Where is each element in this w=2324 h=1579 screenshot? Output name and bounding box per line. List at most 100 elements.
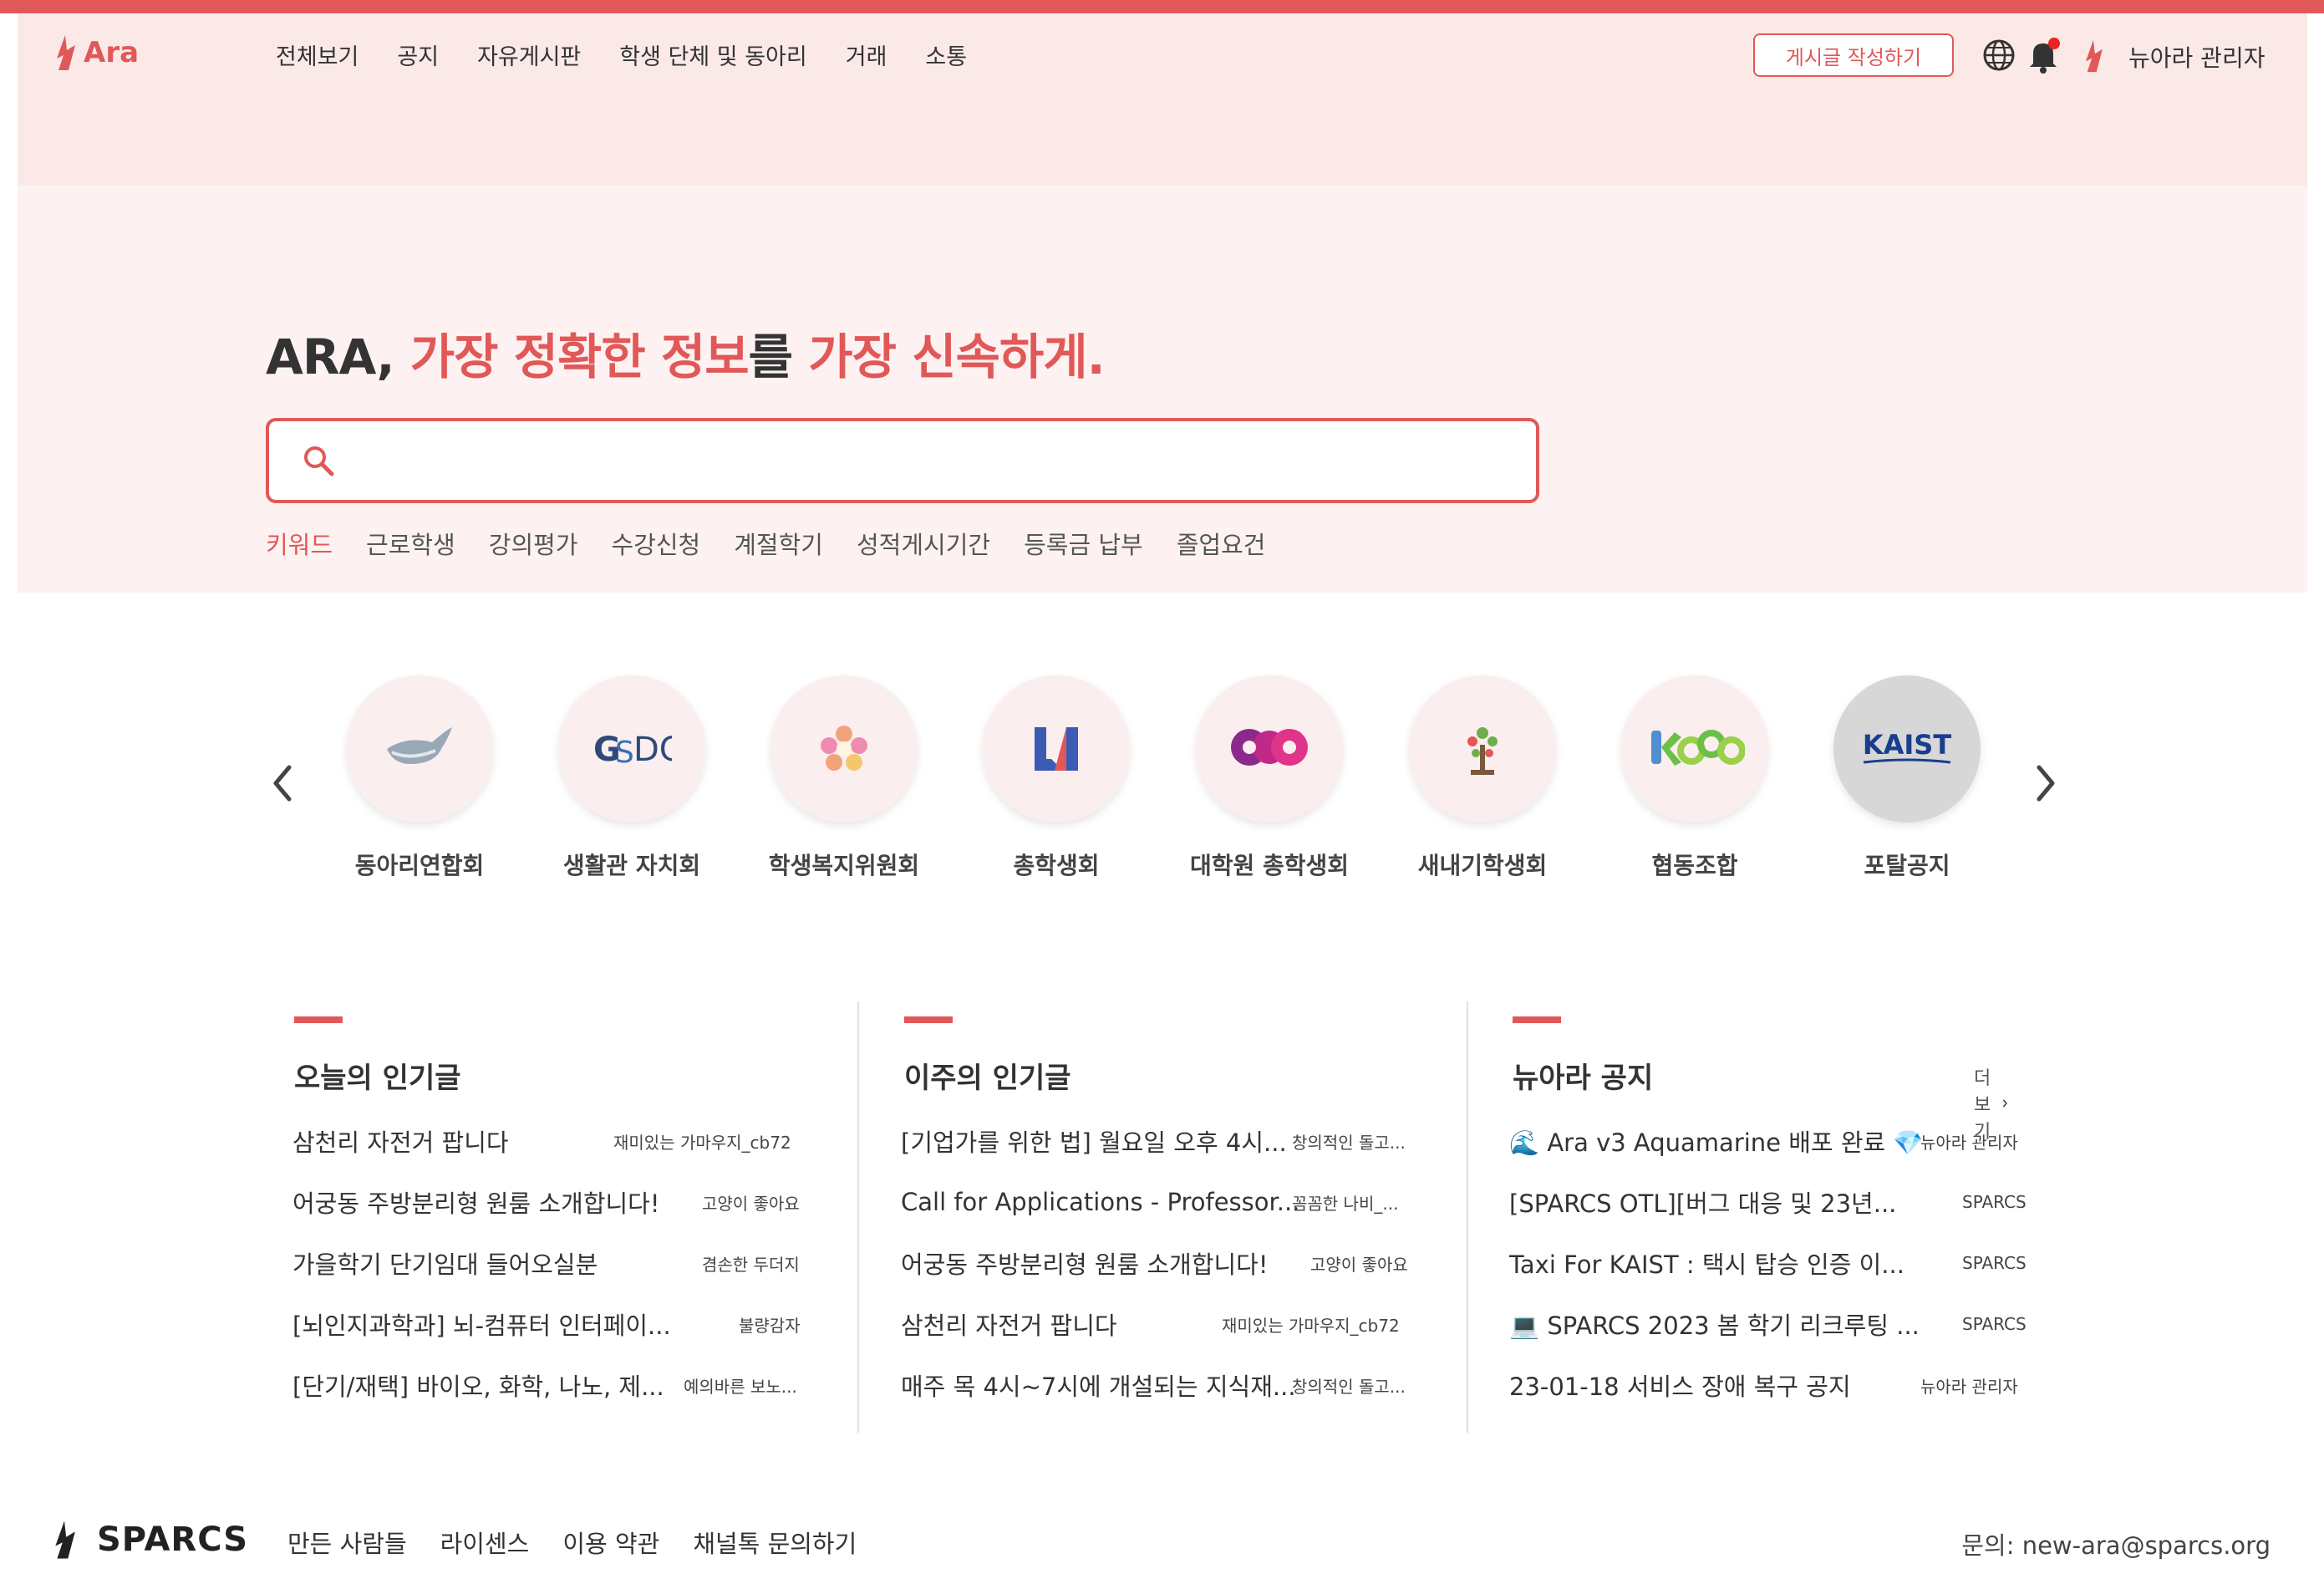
kaist-logo: KAIST <box>1863 729 1951 764</box>
board-icon-circle[interactable]: G S DC <box>558 675 705 823</box>
post-author: 불량감자 <box>739 1315 801 1336</box>
post-title[interactable]: [단기/재택] 바이오, 화학, 나노, 제... <box>292 1368 664 1403</box>
board-icon-circle[interactable] <box>1196 675 1343 823</box>
keyword-item[interactable]: 성적게시기간 <box>857 526 990 561</box>
footer-link-credits[interactable]: 만든 사람들 <box>287 1525 407 1560</box>
list-item[interactable]: 삼천리 자전거 팝니다 재미있는 가마우지_cb72 <box>901 1307 1436 1341</box>
keyword-item[interactable]: 근로학생 <box>366 526 455 561</box>
nav-notice[interactable]: 공지 <box>397 38 439 71</box>
post-title[interactable]: [뇌인지과학과] 뇌-컴퓨터 인터페이... <box>292 1306 671 1342</box>
list-item[interactable]: 어궁동 주방분리형 원룸 소개합니다! 고양이 좋아요 <box>292 1185 811 1219</box>
today-popular-section: 오늘의 인기글 <box>294 1016 461 1096</box>
list-item[interactable]: [뇌인지과학과] 뇌-컴퓨터 인터페이... 불량감자 <box>292 1307 811 1341</box>
board-graduate-union[interactable]: 대학원 총학생회 <box>1169 675 1370 881</box>
board-label: 새내기학생회 <box>1417 852 1548 879</box>
post-title[interactable]: 가을학기 단기임대 들어오실분 <box>292 1245 598 1281</box>
list-item[interactable]: [기업가를 위한 법] 월요일 오후 4시... 창의적인 돌고... <box>901 1124 1436 1158</box>
footer-link-terms[interactable]: 이용 약관 <box>562 1525 659 1560</box>
contact-email[interactable]: 문의: new-ara@sparcs.org <box>1961 1526 2271 1561</box>
list-item[interactable]: Call for Applications - Professor... 꼼꼼한… <box>901 1185 1436 1219</box>
board-coop[interactable]: 협동조합 <box>1594 675 1795 881</box>
post-author: 뉴아라 관리자 <box>1920 1376 2018 1397</box>
list-item[interactable]: [단기/재택] 바이오, 화학, 나노, 제... 예의바른 보노... <box>292 1368 811 1402</box>
post-title[interactable]: Taxi For KAIST : 택시 탑승 인증 이... <box>1509 1245 1904 1281</box>
post-author: 겸손한 두더지 <box>702 1254 800 1275</box>
board-freshman-council[interactable]: 새내기학생회 <box>1382 675 1583 881</box>
list-item[interactable]: 어궁동 주방분리형 원룸 소개합니다! 고양이 좋아요 <box>901 1246 1436 1280</box>
post-title[interactable]: 삼천리 자전거 팝니다 <box>292 1123 509 1159</box>
board-icon-circle[interactable] <box>1409 675 1556 823</box>
post-title[interactable]: 🌊 Ara v3 Aquamarine 배포 완료 💎 <box>1509 1123 1924 1159</box>
board-label: 동아리연합회 <box>354 852 485 879</box>
ara-logo[interactable]: Ara <box>53 33 139 72</box>
search-icon[interactable] <box>303 445 336 478</box>
section-accent-bar <box>904 1016 953 1023</box>
logo-text: Ara <box>84 36 140 69</box>
post-title[interactable]: 23-01-18 서비스 장애 복구 공지 <box>1509 1368 1851 1403</box>
post-author: SPARCS <box>1962 1192 2027 1212</box>
post-author: 예의바른 보노... <box>684 1376 797 1397</box>
post-title[interactable]: [SPARCS OTL][버그 대응 및 23년... <box>1509 1184 1896 1220</box>
slogan-highlight-1: 가장 정확한 정보 <box>409 329 750 385</box>
board-dormitory-council[interactable]: G S DC 생활관 자치회 <box>531 675 732 881</box>
column-divider <box>1467 1001 1468 1433</box>
sparcs-logo[interactable]: SPARCS <box>52 1516 248 1563</box>
user-avatar-icon[interactable] <box>2082 38 2104 74</box>
post-author: 재미있는 가마우지_cb72 <box>613 1132 791 1153</box>
list-item[interactable]: 매주 목 4시~7시에 개설되는 지식재... 창의적인 돌고... <box>901 1368 1436 1402</box>
board-label: 대학원 총학생회 <box>1189 852 1350 879</box>
keyword-item[interactable]: 계절학기 <box>734 526 823 561</box>
board-welfare-committee[interactable]: 학생복지위원회 <box>744 675 944 881</box>
list-item[interactable]: Taxi For KAIST : 택시 탑승 인증 이... SPARCS <box>1509 1246 2044 1280</box>
post-title[interactable]: 매주 목 4시~7시에 개설되는 지식재... <box>901 1368 1296 1403</box>
board-student-union[interactable]: 총학생회 <box>956 675 1157 881</box>
keyword-item[interactable]: 강의평가 <box>489 526 578 561</box>
post-title[interactable]: [기업가를 위한 법] 월요일 오후 4시... <box>901 1123 1287 1159</box>
nav-student-groups[interactable]: 학생 단체 및 동아리 <box>619 38 806 71</box>
board-club-union[interactable]: 동아리연합회 <box>319 675 520 881</box>
search-box[interactable] <box>266 418 1539 503</box>
list-item[interactable]: 가을학기 단기임대 들어오실분 겸손한 두더지 <box>292 1246 811 1280</box>
nav-free-board[interactable]: 자유게시판 <box>477 38 581 71</box>
board-icon-circle[interactable]: KAIST <box>1833 675 1981 823</box>
list-item[interactable]: 🌊 Ara v3 Aquamarine 배포 완료 💎 뉴아라 관리자 <box>1509 1124 2044 1158</box>
keyword-list: 키워드 근로학생 강의평가 수강신청 계절학기 성적게시기간 등록금 납부 졸업… <box>266 526 1265 561</box>
footer-link-license[interactable]: 라이센스 <box>440 1525 530 1560</box>
carousel-prev-arrow-icon[interactable] <box>269 762 296 804</box>
keyword-item[interactable]: 등록금 납부 <box>1024 526 1143 561</box>
list-item[interactable]: 💻 SPARCS 2023 봄 학기 리크루팅 ... SPARCS <box>1509 1307 2044 1341</box>
post-title[interactable]: 삼천리 자전거 팝니다 <box>901 1306 1117 1342</box>
section-title: 뉴아라 공지 <box>1513 1062 1654 1095</box>
footer-link-channeltalk[interactable]: 채널톡 문의하기 <box>693 1525 857 1560</box>
board-portal-notice[interactable]: KAIST 포탈공지 <box>1807 675 2007 881</box>
board-icon-circle[interactable] <box>983 675 1130 823</box>
user-name[interactable]: 뉴아라 관리자 <box>2128 40 2265 74</box>
keyword-item[interactable]: 졸업요건 <box>1177 526 1266 561</box>
list-item[interactable]: [SPARCS OTL][버그 대응 및 23년... SPARCS <box>1509 1185 2044 1219</box>
board-icon-circle[interactable] <box>346 675 493 823</box>
post-title[interactable]: 💻 SPARCS 2023 봄 학기 리크루팅 ... <box>1509 1306 1920 1342</box>
board-label: 총학생회 <box>1013 852 1100 879</box>
tree-icon <box>1467 727 1498 775</box>
nav-market[interactable]: 거래 <box>846 38 887 71</box>
globe-icon[interactable] <box>1982 38 2016 72</box>
list-item[interactable]: 삼천리 자전거 팝니다 재미있는 가마우지_cb72 <box>292 1124 811 1158</box>
write-post-button[interactable]: 게시글 작성하기 <box>1753 33 1954 77</box>
post-title[interactable]: 어궁동 주방분리형 원룸 소개합니다! <box>292 1184 659 1220</box>
hero-slogan: ARA, 가장 정확한 정보를 가장 신속하게. <box>266 318 1106 388</box>
coop-logo <box>1651 730 1745 766</box>
search-input[interactable] <box>353 436 1509 488</box>
flower-icon <box>821 726 867 771</box>
notification-bell-icon[interactable] <box>2027 37 2062 74</box>
nav-communication[interactable]: 소통 <box>925 38 967 71</box>
post-title[interactable]: 어궁동 주방분리형 원룸 소개합니다! <box>901 1245 1268 1281</box>
board-icon-circle[interactable] <box>1621 675 1768 823</box>
keyword-item[interactable]: 수강신청 <box>612 526 701 561</box>
footer-links: 만든 사람들 라이센스 이용 약관 채널톡 문의하기 <box>287 1525 857 1560</box>
board-icon-circle[interactable] <box>770 675 918 823</box>
nav-all[interactable]: 전체보기 <box>276 38 359 71</box>
carousel-next-arrow-icon[interactable] <box>2032 762 2059 804</box>
post-title[interactable]: Call for Applications - Professor... <box>901 1188 1299 1216</box>
list-item[interactable]: 23-01-18 서비스 장애 복구 공지 뉴아라 관리자 <box>1509 1368 2044 1402</box>
main-nav: 전체보기 공지 자유게시판 학생 단체 및 동아리 거래 소통 <box>276 38 967 71</box>
